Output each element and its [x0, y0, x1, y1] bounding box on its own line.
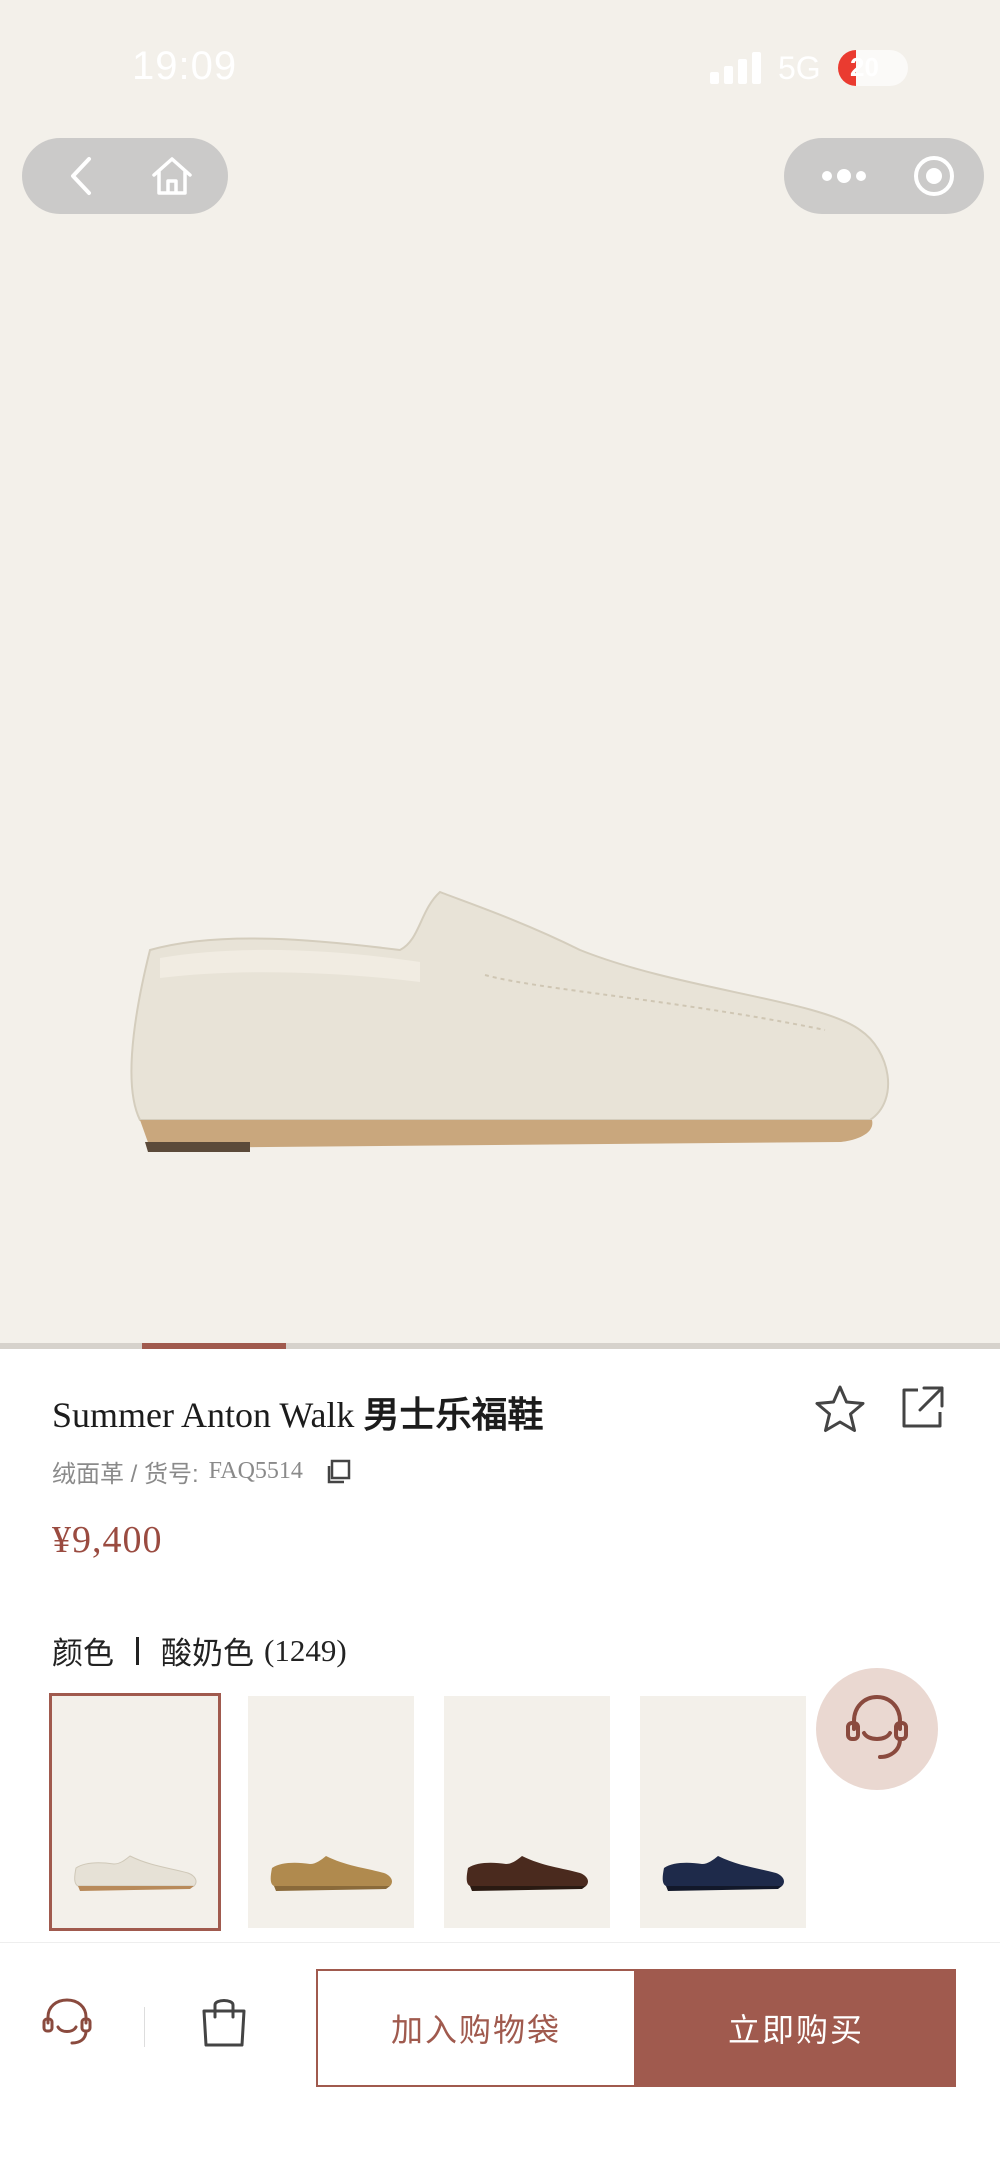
product-price: ¥9,400	[52, 1519, 163, 1561]
sku-number: FAQ5514	[208, 1458, 303, 1484]
color-swatch-navy[interactable]	[640, 1696, 806, 1928]
add-to-bag-button[interactable]: 加入购物袋	[316, 1969, 636, 2087]
status-time: 19:09	[132, 44, 238, 88]
back-icon[interactable]	[42, 138, 122, 214]
color-swatch-yogurt[interactable]	[49, 1693, 221, 1931]
material-sku-label: 绒面革 / 货号:	[52, 1461, 199, 1488]
shopping-bag-icon[interactable]	[196, 1993, 252, 2049]
customer-service-icon[interactable]	[40, 1995, 94, 2049]
gallery-progress-indicator	[142, 1343, 286, 1349]
selected-color-count: (1249)	[264, 1632, 347, 1668]
color-separator	[136, 1636, 139, 1665]
favorite-icon[interactable]	[812, 1382, 868, 1438]
color-swatch-brown[interactable]	[444, 1696, 610, 1928]
nav-capsule-left	[22, 138, 228, 214]
bottom-bar-divider	[144, 2007, 145, 2047]
product-image	[130, 890, 890, 1152]
color-selector-label: 颜色 酸奶色 (1249)	[52, 1628, 347, 1673]
battery-level: 20	[850, 52, 879, 82]
product-name-en: Summer Anton Walk	[52, 1395, 355, 1435]
network-type: 5G	[778, 50, 821, 86]
nav-capsule-right	[784, 138, 984, 214]
share-icon[interactable]	[896, 1382, 948, 1434]
home-icon[interactable]	[132, 138, 212, 214]
color-label: 颜色	[52, 1636, 114, 1671]
selected-color-name: 酸奶色	[161, 1636, 254, 1671]
customer-service-icon	[846, 1694, 908, 1759]
product-image-gallery[interactable]: 19:09 5G 20	[0, 0, 1000, 1346]
color-swatch-list	[49, 1693, 806, 1931]
copy-icon[interactable]	[325, 1459, 351, 1485]
signal-icon	[710, 52, 764, 84]
product-title: Summer Anton Walk 男士乐福鞋	[52, 1386, 543, 1438]
buy-now-button[interactable]: 立即购买	[636, 1969, 956, 2087]
status-bar: 19:09 5G 20	[0, 0, 1000, 130]
customer-service-button[interactable]	[816, 1668, 938, 1790]
product-name-cn: 男士乐福鞋	[363, 1395, 544, 1436]
target-icon[interactable]	[894, 138, 974, 214]
bottom-action-bar: 加入购物袋 立即购买	[0, 1942, 1000, 2168]
battery-icon: 20	[838, 50, 908, 86]
color-swatch-tan[interactable]	[248, 1696, 414, 1928]
more-icon[interactable]	[804, 138, 884, 214]
product-meta: 绒面革 / 货号: FAQ5514	[52, 1454, 351, 1489]
